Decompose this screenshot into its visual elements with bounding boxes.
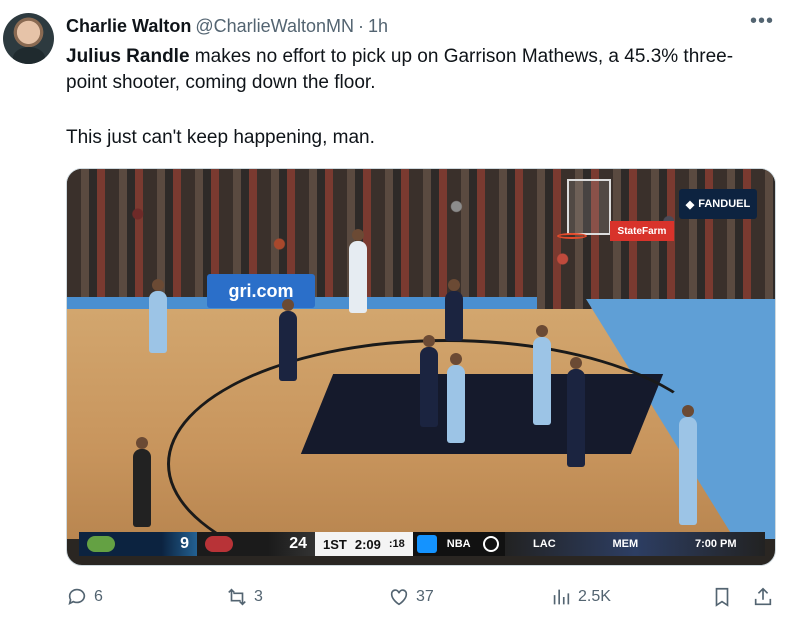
away-team-score: 24 — [197, 532, 315, 556]
backboard — [567, 179, 611, 235]
share-button[interactable] — [752, 586, 774, 608]
fanduel-logo-icon: ◆ — [685, 198, 695, 211]
home-team-score: 9 — [79, 532, 197, 556]
ticker-team-right: MEM — [612, 538, 639, 550]
like-count: 37 — [416, 588, 434, 605]
ball-icon — [482, 536, 499, 552]
video-player[interactable]: ◆ FANDUEL StateFarm gri.com 9 24 1ST 2:09… — [66, 168, 776, 566]
ticker-matchup: LAC MEM 7:00 PM — [504, 532, 765, 556]
player — [149, 279, 167, 353]
reply-button[interactable]: 6 — [66, 586, 103, 608]
tweet-time[interactable]: 1h — [368, 16, 388, 37]
like-button[interactable]: 37 — [388, 586, 434, 608]
league-label: NBA — [446, 538, 471, 550]
reply-icon — [68, 588, 86, 605]
separator-dot: · — [358, 15, 364, 36]
ticker-team-left: LAC — [533, 538, 556, 550]
repost-button[interactable]: 3 — [226, 586, 263, 608]
player — [567, 357, 585, 467]
tweet-line2: This just can't keep happening, man. — [66, 127, 375, 148]
clock: 2:09 — [354, 536, 381, 552]
referee — [133, 437, 151, 527]
reply-count: 6 — [94, 588, 103, 605]
period: 1ST — [323, 536, 347, 552]
player — [420, 335, 438, 427]
away-team-logo-icon — [205, 536, 233, 552]
views-count: 2.5K — [578, 588, 611, 605]
bookmark-icon — [715, 587, 729, 607]
repost-icon — [228, 588, 246, 606]
like-icon — [390, 589, 408, 606]
home-team-logo-icon — [87, 536, 115, 552]
views-icon — [553, 589, 570, 605]
player — [445, 279, 463, 341]
statefarm-sign: StateFarm — [610, 221, 674, 241]
bookmark-button[interactable] — [711, 586, 733, 608]
tweet-header: Charlie Walton @CharlieWaltonMN · 1h — [66, 14, 388, 38]
player — [279, 299, 297, 381]
shot-clock: :18 — [388, 538, 405, 550]
game-clock: 1ST 2:09 :18 — [315, 532, 413, 556]
ad-board: gri.com — [207, 274, 315, 308]
share-icon — [754, 587, 772, 606]
tweet-text: Julius Randle makes no effort to pick up… — [66, 44, 766, 96]
avatar[interactable] — [3, 13, 54, 64]
player — [533, 325, 551, 425]
fanduel-badge: ◆ FANDUEL — [679, 189, 757, 219]
mention-julius-randle: Julius Randle — [66, 46, 190, 67]
player — [349, 229, 367, 313]
scoreboard: 9 24 1ST 2:09 :18 NBA LAC MEM 7:00 PM — [79, 532, 765, 556]
views-button[interactable]: 2.5K — [550, 586, 611, 608]
action-bar: 6 3 37 2.5K — [66, 586, 776, 610]
player — [447, 353, 465, 443]
repost-count: 3 — [254, 588, 263, 605]
author-name[interactable]: Charlie Walton — [66, 16, 191, 37]
fanduel-small-icon — [416, 535, 437, 553]
rim — [557, 233, 587, 239]
player — [679, 405, 697, 525]
more-icon[interactable]: ••• — [750, 10, 774, 33]
ticker-time: 7:00 PM — [694, 538, 737, 550]
author-handle[interactable]: @CharlieWaltonMN — [195, 16, 354, 37]
